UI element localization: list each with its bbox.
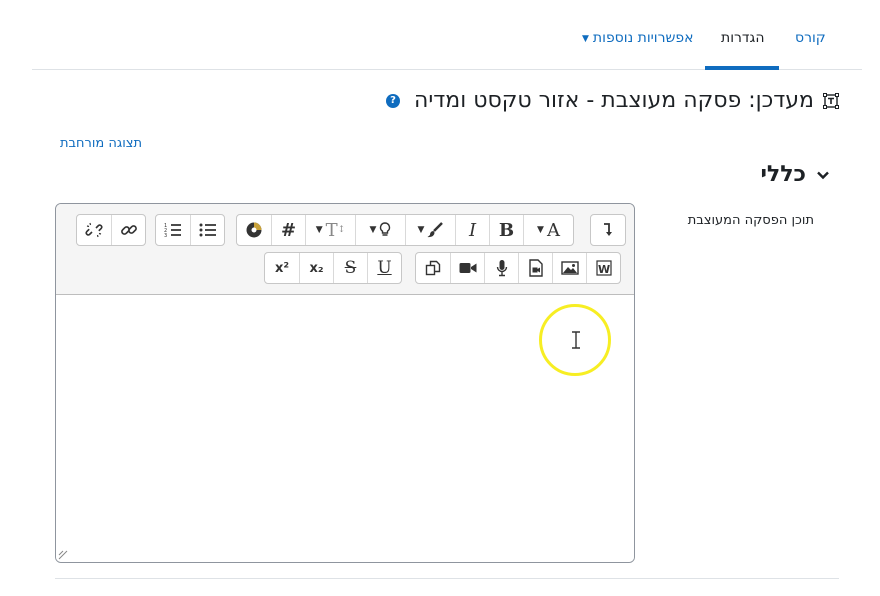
unordered-list-icon <box>199 223 216 237</box>
tab-more-options[interactable]: ▼ אפשרויות נוספות <box>582 30 694 46</box>
underline-button[interactable]: U <box>367 253 401 283</box>
chevron-down-icon <box>817 171 829 179</box>
bold-label: B <box>498 219 515 241</box>
level-down-icon <box>604 223 612 236</box>
italic-button[interactable]: I <box>455 215 489 245</box>
svg-text:3: 3 <box>164 233 167 238</box>
underline-label: U <box>377 258 392 278</box>
microphone-icon <box>496 260 507 277</box>
resize-handle-icon[interactable] <box>58 550 68 560</box>
video-camera-icon <box>459 263 476 273</box>
highlight-button[interactable]: ▼ <box>355 215 405 245</box>
active-tab-indicator <box>705 66 779 70</box>
lightbulb-icon <box>380 222 391 236</box>
video-button[interactable] <box>450 253 484 283</box>
page-header: מעדכן: פסקה מעוצבת - אזור טקסט ומדיה ? <box>386 88 840 113</box>
subscript-label: x₂ <box>309 260 324 276</box>
superscript-button[interactable]: x² <box>265 253 299 283</box>
caret-down-icon: ▼ <box>315 225 323 235</box>
ordered-list-icon: 1 2 3 <box>164 223 181 238</box>
section-general-header[interactable]: כללי <box>760 162 830 187</box>
font-color-label: A <box>546 219 560 241</box>
brush-icon <box>427 222 444 238</box>
strikethrough-button[interactable]: S <box>333 253 367 283</box>
font-size-button[interactable]: ▼ T ↕ <box>305 215 355 245</box>
insert-media-button[interactable] <box>518 253 552 283</box>
copy-button[interactable] <box>416 253 450 283</box>
tab-more-label: אפשרויות נוספות <box>592 30 694 46</box>
unlink-icon <box>85 222 103 238</box>
secondary-navigation: ▼ אפשרויות נוספות הגדרות קורס <box>32 0 862 70</box>
section-divider <box>55 578 839 579</box>
strikethrough-label: S <box>344 258 357 278</box>
font-size-label: T <box>325 219 338 241</box>
editor-toolbar: 1 2 3 # ▼ T ↕ ▼ ▼ I B ▼ A x² x₂ S U W <box>56 204 634 295</box>
link-icon <box>120 225 137 235</box>
toolbar-toggle-group <box>590 214 626 246</box>
field-label-content: תוכן הפסקה המעוצבת <box>687 213 814 228</box>
lists-group: 1 2 3 <box>155 214 225 246</box>
background-color-button[interactable]: ▼ <box>405 215 455 245</box>
media-group: W <box>415 252 621 284</box>
paste-from-word-button[interactable]: W <box>586 253 620 283</box>
bold-button[interactable]: B <box>489 215 523 245</box>
text-media-area-icon <box>822 92 840 110</box>
unordered-list-button[interactable] <box>190 215 224 245</box>
superscript-label: x² <box>274 260 290 276</box>
size-arrows-icon: ↕ <box>337 225 346 235</box>
link-button[interactable] <box>111 215 145 245</box>
caret-down-icon: ▼ <box>537 225 544 235</box>
tab-course[interactable]: קורס <box>795 30 826 46</box>
media-file-icon <box>528 259 543 277</box>
accessibility-checker-button[interactable] <box>237 215 271 245</box>
word-paste-icon: W <box>595 260 612 276</box>
svg-text:W: W <box>598 263 610 276</box>
show-more-buttons-button[interactable] <box>591 215 625 245</box>
caret-down-icon: ▼ <box>417 225 425 235</box>
format-group: # ▼ T ↕ ▼ ▼ I B ▼ A <box>236 214 574 246</box>
expand-all-link[interactable]: תצוגה מורחבת <box>60 136 142 151</box>
italic-label: I <box>468 219 477 241</box>
accessibility-icon <box>246 222 262 238</box>
image-icon <box>560 261 579 275</box>
text-cursor-icon <box>572 331 580 349</box>
subscript-button[interactable]: x₂ <box>299 253 333 283</box>
help-icon[interactable]: ? <box>386 93 400 108</box>
record-audio-button[interactable] <box>484 253 518 283</box>
links-group <box>76 214 146 246</box>
ordered-list-button[interactable]: 1 2 3 <box>156 215 190 245</box>
unlink-button[interactable] <box>77 215 111 245</box>
caret-down-icon: ▼ <box>369 225 377 235</box>
chevron-down-icon: ▼ <box>582 34 589 44</box>
section-title: כללי <box>760 162 806 187</box>
page-title: מעדכן: פסקה מעוצבת - אזור טקסט ומדיה <box>414 88 814 113</box>
rich-text-editor: 1 2 3 # ▼ T ↕ ▼ ▼ I B ▼ A x² x₂ S U W <box>55 203 635 563</box>
hashtag-label: # <box>280 219 297 241</box>
text-style-group: x² x₂ S U <box>264 252 402 284</box>
copy-icon <box>425 260 441 276</box>
font-color-button[interactable]: ▼ A <box>523 215 573 245</box>
tab-settings[interactable]: הגדרות <box>721 30 764 46</box>
hashtag-button[interactable]: # <box>271 215 305 245</box>
insert-image-button[interactable] <box>552 253 586 283</box>
